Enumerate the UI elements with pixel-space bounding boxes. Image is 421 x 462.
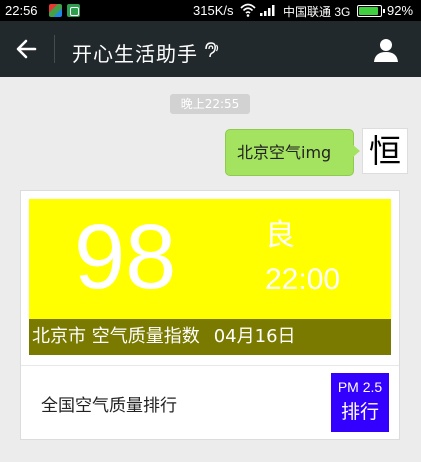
aqi-caption: 北京市 空气质量指数 — [32, 326, 200, 347]
pm25-ranking-button[interactable]: PM 2.5 排行 — [331, 373, 389, 432]
aqi-caption-bar: 北京市 空气质量指数 04月16日 — [29, 319, 391, 355]
aqi-time: 22:00 — [265, 263, 341, 296]
aqi-level: 良 — [265, 218, 295, 253]
signal-icon — [260, 5, 275, 16]
status-time: 22:56 — [5, 3, 38, 18]
wifi-icon — [240, 3, 256, 17]
card-divider — [21, 365, 399, 366]
wechat-notification-icon — [67, 4, 80, 17]
aqi-date: 04月16日 — [213, 326, 296, 347]
status-bar: 22:56 315K/s 中国联通 3G 92% — [0, 0, 421, 21]
chat-title: 开心生活助手 — [72, 42, 198, 66]
message-timestamp: 晚上22:55 — [170, 94, 250, 114]
pm25-button-line1: PM 2.5 — [337, 379, 383, 395]
earpiece-icon — [205, 42, 219, 58]
person-icon[interactable] — [373, 37, 399, 63]
pm25-button-line2: 排行 — [340, 401, 379, 423]
aqi-panel: 98 良 22:00 — [29, 199, 391, 327]
sent-message-bubble[interactable]: 北京空气img — [225, 129, 360, 176]
carrier-name: 中国联通 3G — [283, 5, 351, 19]
network-speed: 315K/s — [193, 3, 234, 18]
header-divider — [54, 35, 55, 63]
battery-percent: 92% — [387, 3, 414, 18]
arrow-left-icon[interactable] — [14, 36, 40, 62]
national-ranking-label: 全国空气质量排行 — [41, 396, 177, 416]
aqi-value: 98 — [74, 206, 177, 308]
air-quality-card[interactable]: 98 良 22:00 北京市 空气质量指数 04月16日 全国空气质量排行 PM … — [20, 190, 400, 440]
user-avatar[interactable]: 恒 — [362, 128, 408, 174]
chat-header: 开心生活助手 — [0, 21, 421, 77]
app-notification-icon — [49, 4, 62, 17]
battery-icon — [357, 5, 385, 17]
